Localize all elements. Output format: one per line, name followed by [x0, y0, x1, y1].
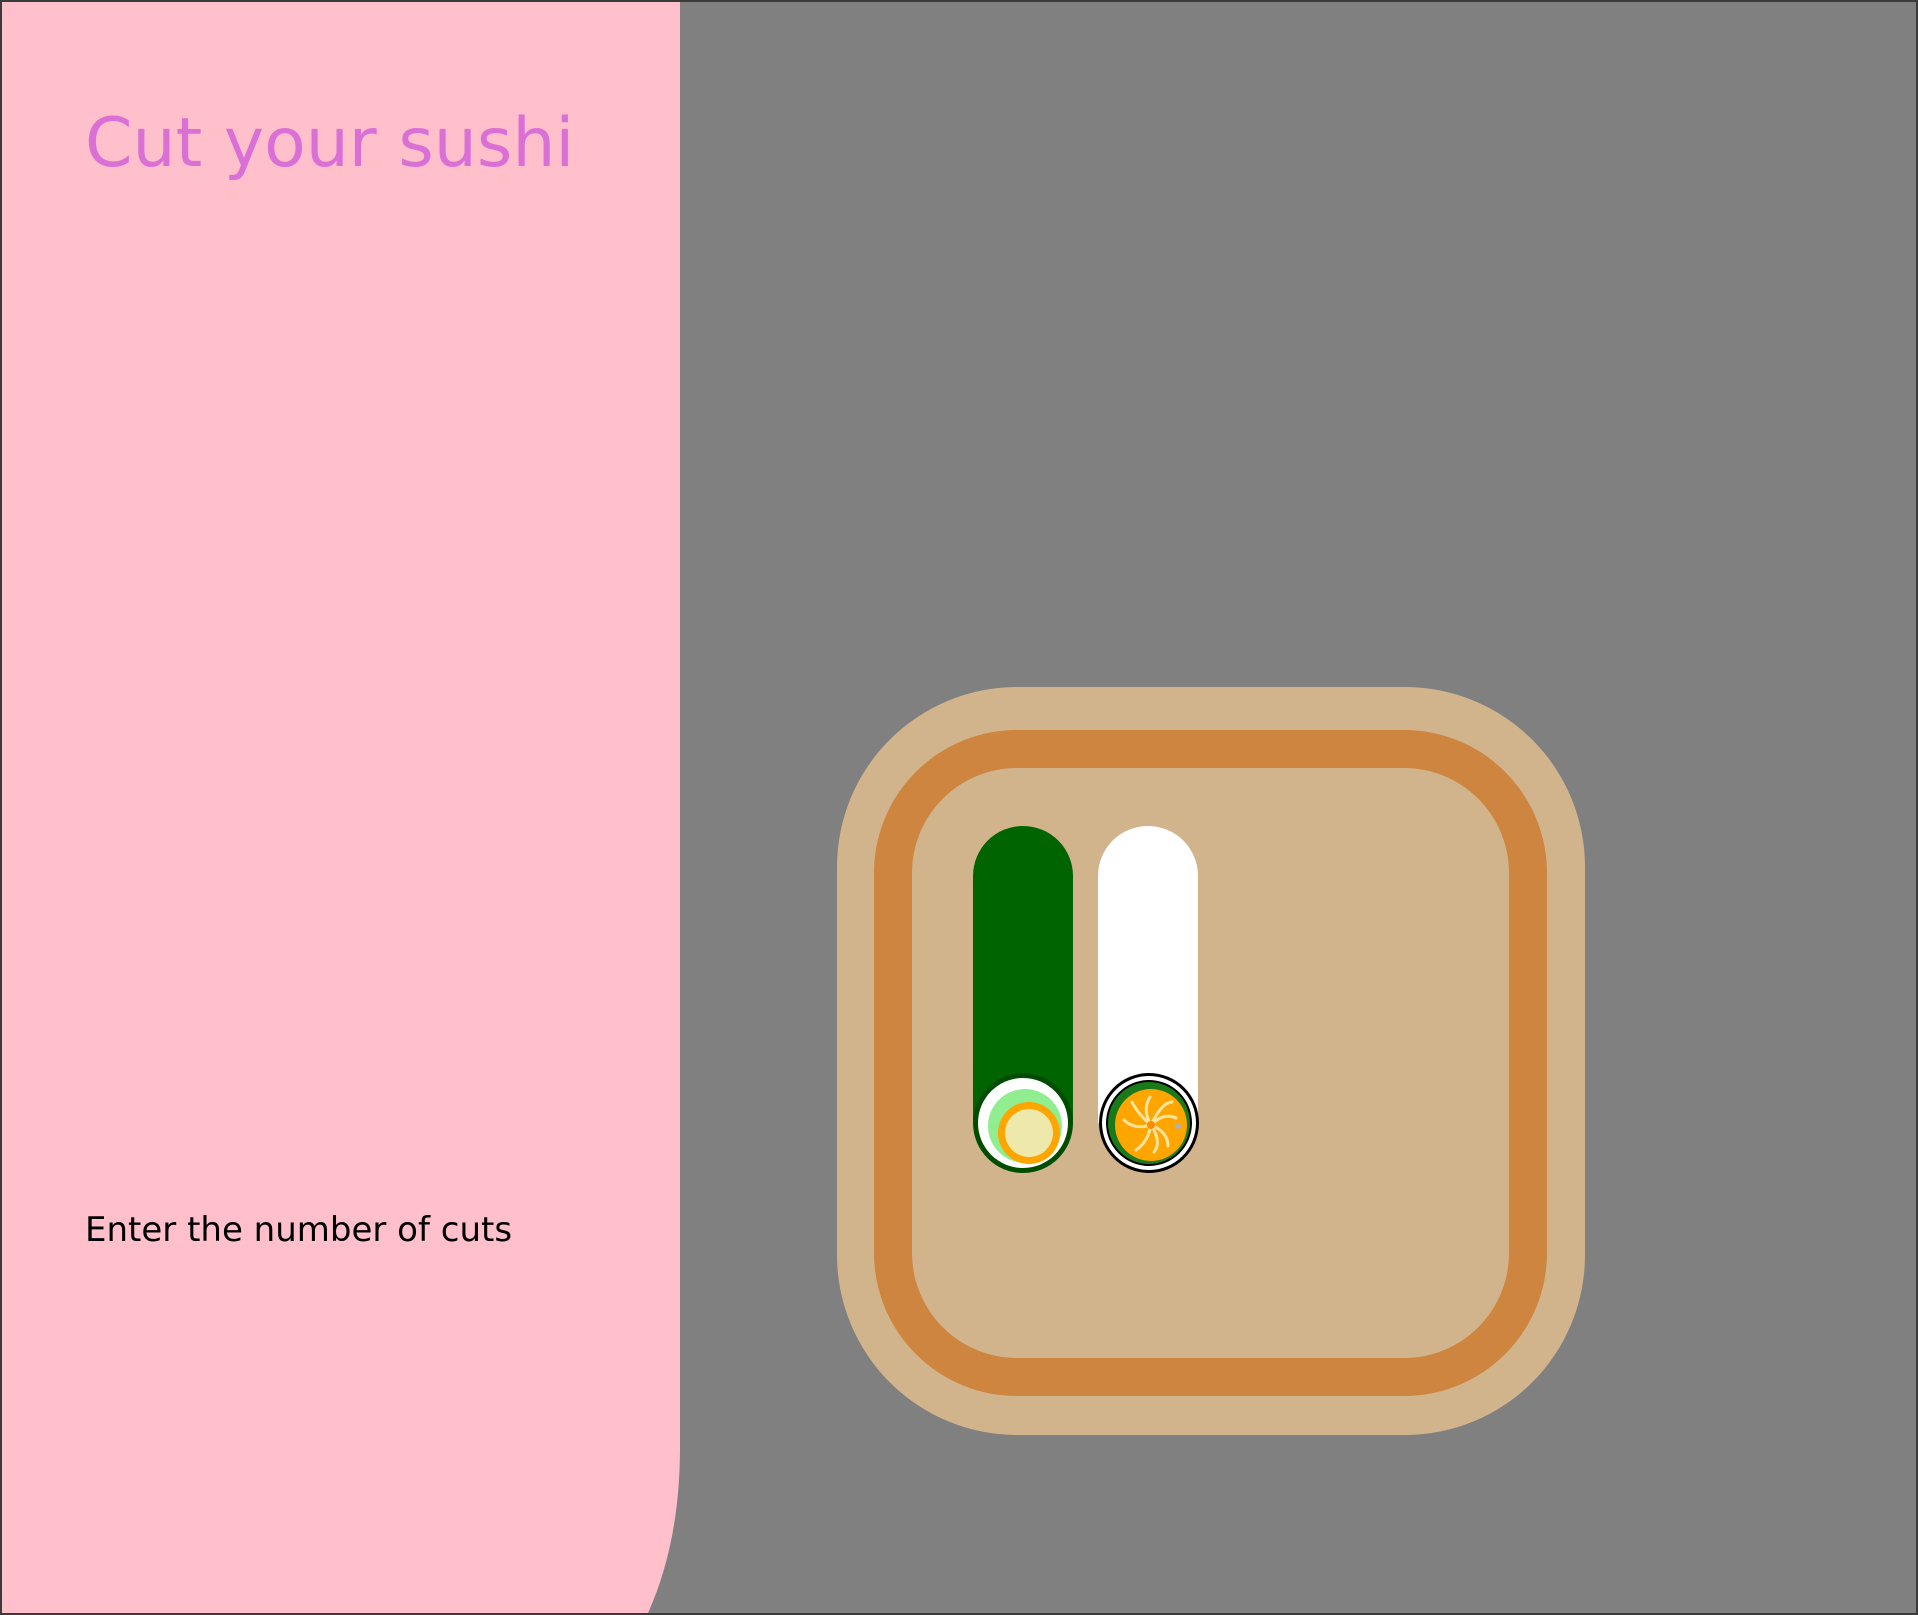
sushi-scene	[2, 2, 1916, 1613]
game-canvas[interactable]: Cut your sushi Enter the number of cuts	[0, 0, 1918, 1615]
cutting-board[interactable]	[837, 687, 1585, 1435]
salmon-center	[1147, 1121, 1155, 1129]
side-panel	[2, 2, 680, 1613]
game-title: Cut your sushi	[85, 104, 575, 183]
egg-filling	[1005, 1109, 1053, 1157]
salmon-roll[interactable]	[1098, 826, 1199, 1173]
cucumber-roll[interactable]	[973, 826, 1073, 1173]
cuts-prompt: Enter the number of cuts	[85, 1210, 513, 1250]
wasabi-dot	[1175, 1123, 1181, 1129]
board-outer	[837, 687, 1585, 1435]
